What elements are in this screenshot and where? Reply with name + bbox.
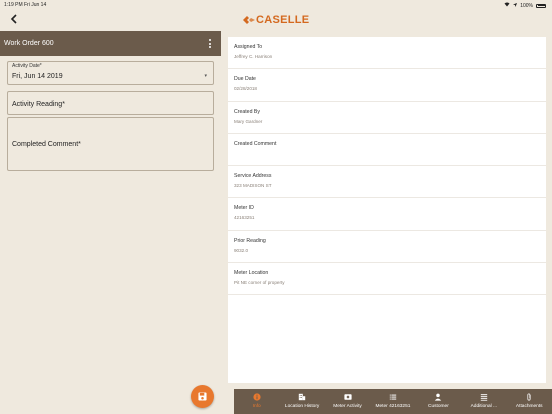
detail-label: Created Comment	[234, 140, 277, 147]
completed-comment-field[interactable]: Completed Comment*	[7, 117, 214, 171]
detail-value: 42163251	[234, 215, 255, 221]
detail-value: 9032.0	[234, 247, 249, 253]
status-date: Fri Jun 14	[24, 2, 47, 8]
tab-meter-activity[interactable]: Meter Activity	[325, 389, 370, 414]
detail-value: 323 MADISON ST	[234, 183, 272, 189]
tab-attachments[interactable]: Attachments	[507, 389, 552, 414]
save-button[interactable]	[191, 385, 214, 408]
dropdown-caret-icon: ▾	[204, 73, 207, 79]
activity-date-label: Activity Date*	[12, 63, 42, 69]
location-icon	[513, 2, 518, 9]
person-icon	[434, 393, 442, 401]
tab-customer[interactable]: Customer	[416, 389, 461, 414]
detail-value: Mary Gardner	[234, 118, 263, 124]
details-card: Assigned To Jeffrey C. Harrison Due Date…	[228, 37, 546, 383]
status-right: 100%	[504, 2, 546, 9]
left-panel: Work Order 600 Activity Date* Fri, Jun 1…	[0, 31, 221, 414]
tab-label: Additional ...	[470, 404, 498, 409]
tab-meter[interactable]: Meter 42163251	[370, 389, 415, 414]
detail-row: Created Comment	[228, 134, 546, 167]
tab-label: Info	[252, 404, 261, 409]
completed-comment-placeholder: Completed Comment*	[12, 141, 81, 148]
logo-text: CASELLE	[256, 14, 310, 26]
paperclip-icon	[525, 393, 533, 401]
work-order-header: Work Order 600	[0, 31, 221, 56]
tab-label: Meter 42163251	[375, 404, 411, 409]
wifi-icon	[504, 2, 510, 9]
detail-label: Assigned To	[234, 44, 263, 50]
detail-value: Jeffrey C. Harrison	[234, 54, 273, 59]
detail-label: Created By	[234, 108, 260, 115]
activity-reading-placeholder: Activity Reading*	[12, 101, 65, 108]
activity-reading-field[interactable]: Activity Reading*	[7, 91, 214, 115]
nav-bar: CASELLE	[0, 9, 552, 31]
caselle-logo: CASELLE	[243, 13, 309, 27]
activity-date-field[interactable]: Activity Date* Fri, Jun 14 2019 ▾	[7, 61, 214, 85]
detail-value: Pit NE corner of property	[234, 280, 285, 286]
battery-icon	[536, 3, 546, 8]
more-vert-icon	[209, 39, 211, 41]
detail-row: Prior Reading 9032.0	[228, 231, 546, 264]
bottom-tab-bar: Info Location History Meter Activity Met…	[234, 389, 552, 414]
detail-row: Meter Location Pit NE corner of property	[228, 263, 546, 296]
detail-row: Assigned To Jeffrey C. Harrison	[228, 37, 546, 70]
detail-row: Created By Mary Gardner	[228, 102, 546, 134]
building-icon	[298, 393, 306, 401]
list-icon	[389, 393, 397, 401]
work-order-title: Work Order 600	[4, 40, 54, 47]
caselle-logo-icon	[243, 16, 255, 24]
save-icon	[198, 392, 207, 401]
info-icon	[253, 393, 261, 401]
list-lines-icon	[480, 393, 488, 401]
tab-label: Location History	[284, 404, 320, 409]
detail-label: Prior Reading	[234, 237, 266, 244]
more-menu-button[interactable]	[207, 38, 213, 49]
detail-row: Due Date 02/28/2018	[228, 69, 546, 102]
meter-activity-icon	[343, 393, 352, 401]
tab-location-history[interactable]: Location History	[279, 389, 324, 414]
detail-row: Meter ID 42163251	[228, 198, 546, 231]
detail-row: Service Address 323 MADISON ST	[228, 166, 546, 199]
back-button[interactable]	[6, 12, 20, 26]
detail-label: Due Date	[234, 76, 256, 83]
detail-label: Meter ID	[234, 205, 254, 212]
tab-info[interactable]: Info	[234, 389, 279, 414]
detail-value: 02/28/2018	[234, 86, 257, 92]
detail-value	[234, 151, 546, 157]
tab-label: Customer	[428, 404, 449, 409]
detail-label: Service Address	[234, 173, 272, 180]
tab-additional[interactable]: Additional ...	[461, 389, 506, 414]
activity-date-value: Fri, Jun 14 2019	[12, 73, 63, 80]
status-bar: 1:19 PM Fri Jun 14 100%	[0, 0, 552, 9]
tab-label: Attachments	[515, 404, 543, 409]
detail-label: Meter Location	[234, 270, 269, 277]
status-time: 1:19 PM	[4, 2, 23, 8]
battery-percent: 100%	[520, 2, 533, 9]
tab-label: Meter Activity	[333, 404, 362, 409]
chevron-left-icon	[10, 14, 17, 24]
